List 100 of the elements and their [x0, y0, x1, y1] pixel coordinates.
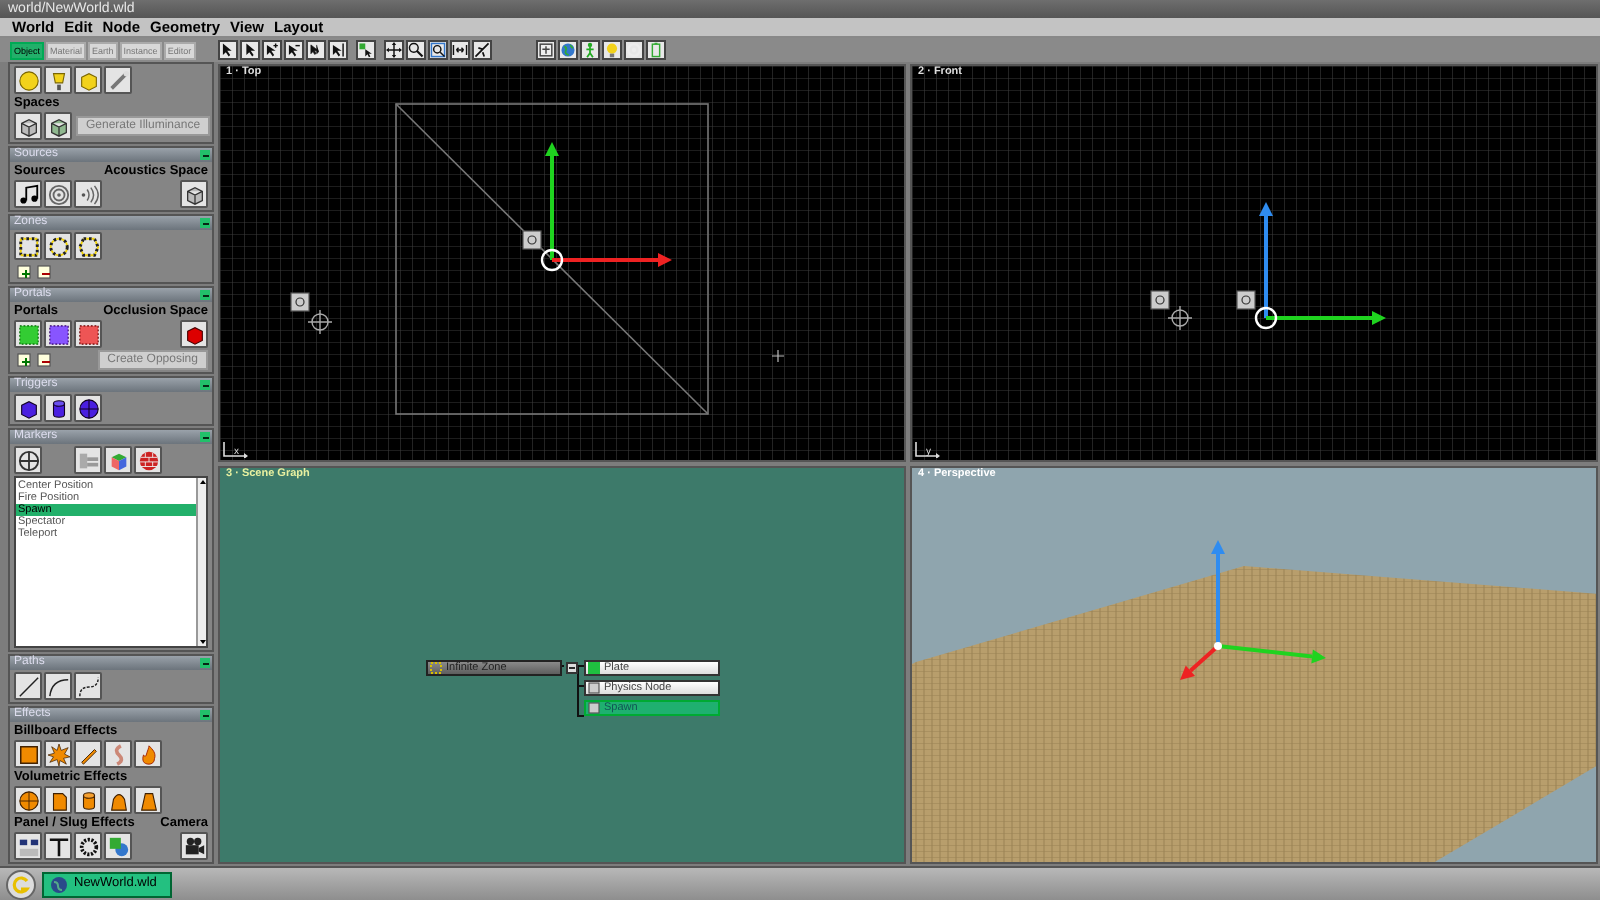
- sound-waves-icon: [77, 183, 99, 205]
- gizmo-center[interactable]: [540, 248, 564, 272]
- dashed-circle-button[interactable]: [44, 232, 72, 260]
- cube-icon: [17, 397, 39, 419]
- flame-button[interactable]: [134, 740, 162, 768]
- dome-button[interactable]: [104, 786, 132, 814]
- cube-button[interactable]: [14, 394, 42, 422]
- square-button[interactable]: [14, 740, 42, 768]
- layers-button[interactable]: [74, 446, 102, 474]
- toolbar-button[interactable]: [536, 40, 556, 60]
- collapse-toggle[interactable]: [200, 290, 210, 300]
- toolbar-button[interactable]: [240, 40, 260, 60]
- checker-button[interactable]: [74, 320, 102, 348]
- curve-button[interactable]: [44, 672, 72, 700]
- toolbar-button[interactable]: [558, 40, 578, 60]
- ring-button[interactable]: [74, 832, 102, 860]
- battery-icon: [648, 42, 664, 58]
- toolbar-button[interactable]: [602, 40, 622, 60]
- wand-button[interactable]: [104, 66, 132, 94]
- sphere-button[interactable]: [74, 394, 102, 422]
- cube-button[interactable]: [180, 180, 208, 208]
- cylinder-button[interactable]: [44, 394, 72, 422]
- remove-icon: [35, 263, 51, 279]
- shapes-button[interactable]: [104, 832, 132, 860]
- s-curve-button[interactable]: [74, 672, 102, 700]
- squiggle-button[interactable]: [104, 740, 132, 768]
- curve-icon: [47, 675, 69, 697]
- collapse-toggle[interactable]: [200, 150, 210, 160]
- dashed-square-button[interactable]: [14, 232, 42, 260]
- toolbar-button[interactable]: [450, 40, 470, 60]
- collapse-toggle[interactable]: [200, 380, 210, 390]
- square-icon: [588, 662, 600, 674]
- add-button[interactable]: [14, 262, 32, 280]
- node-marker-icon[interactable]: [290, 292, 310, 312]
- movie-camera-button[interactable]: [180, 832, 208, 860]
- cone-button[interactable]: [134, 786, 162, 814]
- toolbar-button[interactable]: [306, 40, 326, 60]
- box-button[interactable]: [44, 786, 72, 814]
- arrow-minus-icon: [286, 42, 302, 58]
- cube-button[interactable]: [180, 320, 208, 348]
- y-axis-arrow[interactable]: [545, 142, 559, 260]
- starburst-button[interactable]: [44, 740, 72, 768]
- crosshair-button[interactable]: [14, 446, 42, 474]
- cube-button[interactable]: [104, 446, 132, 474]
- axis-indicator-icon: [914, 440, 942, 458]
- crosshair-icon: [307, 309, 333, 335]
- gizmo-center[interactable]: [1254, 306, 1278, 330]
- add-icon: [15, 352, 31, 368]
- toolbar-button[interactable]: [406, 40, 426, 60]
- node-marker-icon[interactable]: [522, 230, 542, 250]
- node-arrow-icon: [358, 42, 374, 58]
- music-note-button[interactable]: [14, 180, 42, 208]
- x-axis-arrow[interactable]: [552, 253, 672, 267]
- toolbar-button[interactable]: [328, 40, 348, 60]
- pencil-button[interactable]: [74, 740, 102, 768]
- cylinder-button[interactable]: [74, 786, 102, 814]
- collapse-toggle[interactable]: [566, 662, 578, 674]
- checker-button[interactable]: [44, 320, 72, 348]
- checker-button[interactable]: [14, 320, 42, 348]
- panel-button[interactable]: [14, 832, 42, 860]
- toolbar-button[interactable]: [580, 40, 600, 60]
- collapse-toggle[interactable]: [200, 658, 210, 668]
- point-marker-icon: [771, 349, 785, 363]
- cube-button[interactable]: [74, 66, 102, 94]
- toolbar-button[interactable]: [262, 40, 282, 60]
- cube-button[interactable]: [14, 112, 42, 140]
- toolbar-button[interactable]: [218, 40, 238, 60]
- brick-ball-button[interactable]: [134, 446, 162, 474]
- panel-icon: [17, 835, 39, 857]
- text-t-button[interactable]: [44, 832, 72, 860]
- remove-button[interactable]: [34, 351, 52, 369]
- collapse-toggle[interactable]: [200, 432, 210, 442]
- node-marker-icon[interactable]: [1150, 290, 1170, 310]
- line-button[interactable]: [14, 672, 42, 700]
- toolbar-button[interactable]: [284, 40, 304, 60]
- toolbar-button[interactable]: [428, 40, 448, 60]
- collapse-toggle[interactable]: [200, 218, 210, 228]
- fit-width-icon: [452, 42, 468, 58]
- add-button[interactable]: [14, 351, 32, 369]
- toolbar-button[interactable]: [384, 40, 404, 60]
- cube-button[interactable]: [44, 112, 72, 140]
- crosshair-icon: [1167, 305, 1193, 331]
- dashed-hexagon-button[interactable]: [74, 232, 102, 260]
- remove-button[interactable]: [34, 262, 52, 280]
- lightbulb-button[interactable]: [44, 66, 72, 94]
- y-axis-arrow[interactable]: [1266, 311, 1386, 325]
- sphere-button[interactable]: [14, 786, 42, 814]
- toolbar-button[interactable]: [356, 40, 376, 60]
- minus-icon: [201, 711, 209, 719]
- rings-icon: [47, 183, 69, 205]
- minus-icon: [201, 433, 209, 441]
- collapse-toggle[interactable]: [200, 710, 210, 720]
- rings-button[interactable]: [44, 180, 72, 208]
- toolbar-button[interactable]: [646, 40, 666, 60]
- start-button[interactable]: [6, 869, 36, 899]
- toolbar-button[interactable]: [472, 40, 492, 60]
- sound-waves-button[interactable]: [74, 180, 102, 208]
- node-marker-icon[interactable]: [1236, 290, 1256, 310]
- z-axis-arrow[interactable]: [1259, 202, 1273, 318]
- scrollbar[interactable]: [196, 478, 206, 646]
